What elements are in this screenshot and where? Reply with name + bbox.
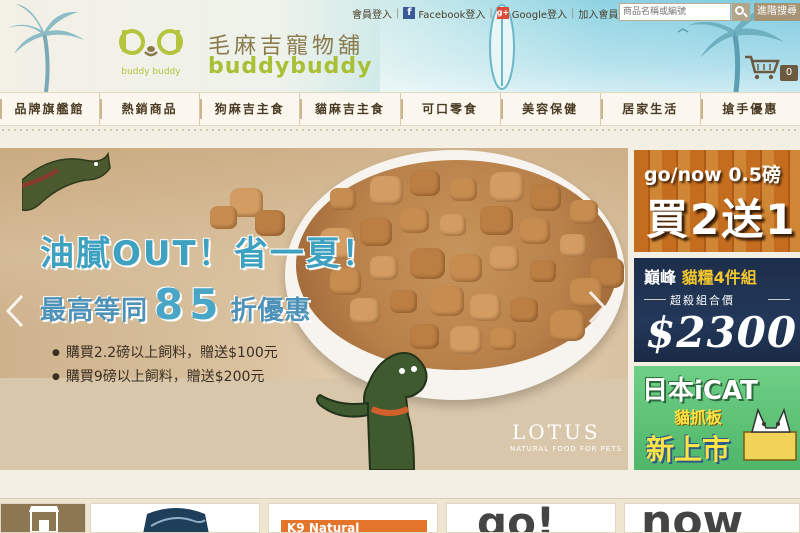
- brand-label: K9 Natural: [281, 520, 427, 532]
- mountain-logo-icon: [143, 508, 209, 532]
- banner-offer-item: 購買2.2磅以上飼料，贈送$100元: [52, 341, 278, 365]
- kibble-piece: [330, 188, 356, 210]
- cat-scratcher-image: [743, 407, 797, 461]
- kibble-piece: [570, 200, 598, 224]
- facebook-login-link[interactable]: Facebook登入: [418, 6, 485, 21]
- ad-subtitle: 貓抓板: [674, 408, 723, 427]
- side-ad-icat[interactable]: 日本iCAT 貓抓板 新上市: [634, 366, 800, 470]
- kibble-piece: [530, 260, 556, 282]
- brand-tile-go[interactable]: go!: [446, 503, 616, 533]
- ad-offer: 新上市: [646, 433, 731, 466]
- brand-store-tile[interactable]: [0, 503, 86, 533]
- ad-title-brand: 巔峰: [644, 268, 677, 287]
- ad-title-product: 貓糧4件組: [681, 268, 757, 287]
- advanced-search-button[interactable]: 進階搜尋: [754, 3, 800, 21]
- kibble-piece: [450, 254, 482, 282]
- logo-english-name[interactable]: buddybuddy: [208, 54, 373, 79]
- lotus-brand-logo: LOTUS: [512, 420, 601, 444]
- site-header: buddy buddy 毛麻吉寵物舖 buddybuddy 會員登入 | f F…: [0, 0, 800, 92]
- kibble-piece: [520, 218, 550, 244]
- cart-count-badge[interactable]: 0: [780, 65, 798, 81]
- ad-title: go/now 0.5磅: [644, 164, 781, 186]
- kibble-piece: [440, 214, 466, 236]
- facebook-icon[interactable]: f: [403, 7, 416, 19]
- banner-discount-number: 85: [154, 280, 225, 329]
- kibble-piece: [550, 310, 585, 341]
- banner-sub-prefix: 最高等同: [40, 296, 149, 326]
- lotus-brand-tagline: NATURAL FOOD FOR PETS: [510, 445, 623, 453]
- google-plus-icon[interactable]: g+: [496, 7, 509, 19]
- nav-item-bestsellers[interactable]: 熱銷商品: [100, 93, 201, 125]
- cartoon-cat-image: [22, 151, 111, 212]
- ad-subtitle: 超殺組合價: [670, 294, 735, 307]
- kibble-piece: [350, 298, 380, 324]
- kibble-piece: [410, 248, 445, 279]
- kibble-piece: [450, 326, 482, 354]
- kibble-piece: [510, 298, 538, 322]
- nav-item-home-living[interactable]: 居家生活: [600, 93, 701, 125]
- nav-divider-dots: [0, 127, 800, 133]
- palm-tree-icon: [8, 4, 84, 92]
- join-member-link[interactable]: 加入會員: [578, 6, 618, 21]
- kibble-piece: [560, 234, 587, 257]
- carousel-prev-arrow-icon[interactable]: [4, 294, 26, 328]
- nav-item-cat-food[interactable]: 貓麻吉主食: [300, 93, 401, 125]
- ad-title: 日本iCAT: [642, 376, 758, 406]
- side-ad-cat-food-set[interactable]: 巔峰 貓糧4件組 超殺組合價 $2300: [634, 258, 800, 362]
- brand-label: go!: [477, 503, 556, 533]
- nav-item-snacks[interactable]: 可口零食: [400, 93, 501, 125]
- side-ad-gonow[interactable]: go/now 0.5磅 買2送1: [634, 150, 800, 252]
- storefront-icon: [29, 506, 59, 532]
- carousel-next-arrow-icon[interactable]: [586, 290, 608, 324]
- brand-tile-now[interactable]: now: [624, 503, 800, 533]
- ad-price: $2300: [646, 308, 798, 357]
- ad-offer: 買2送1: [646, 195, 797, 244]
- main-nav: 品牌旗艦館 熱銷商品 狗麻吉主食 貓麻吉主食 可口零食 美容保健 居家生活 搶手…: [0, 92, 800, 126]
- cartoon-dog-image: [316, 352, 428, 470]
- banner-sub-suffix: 折優惠: [230, 296, 312, 326]
- search-input[interactable]: [619, 3, 731, 21]
- banner-headline: 油膩OUT！省一夏！: [40, 234, 378, 274]
- banner-offer-list: 購買2.2磅以上飼料，贈送$100元 購買9磅以上飼料，贈送$200元: [52, 341, 278, 389]
- google-login-link[interactable]: Google登入: [512, 6, 567, 21]
- divider: |: [571, 7, 575, 19]
- hero-banner[interactable]: 油膩OUT！省一夏！ 最高等同85折優惠 購買2.2磅以上飼料，贈送$100元 …: [0, 148, 628, 470]
- brand-tile-mountain[interactable]: [90, 503, 260, 533]
- shopping-cart-icon[interactable]: [744, 54, 780, 80]
- kibble-piece: [450, 178, 477, 201]
- search-button[interactable]: [732, 3, 750, 21]
- kibble-piece: [470, 294, 501, 321]
- nav-item-grooming-health[interactable]: 美容保健: [500, 93, 601, 125]
- divider: |: [396, 7, 400, 19]
- kibble-piece: [410, 170, 440, 196]
- nav-item-deals[interactable]: 搶手優惠: [700, 93, 800, 125]
- ad-title: 巔峰 貓糧4件組: [644, 264, 757, 288]
- kibble-piece: [490, 328, 516, 350]
- kibble-piece: [490, 246, 519, 271]
- kibble-piece: [530, 184, 561, 211]
- brand-tile-k9[interactable]: K9 Natural: [268, 503, 438, 533]
- account-links: 會員登入 | f Facebook登入 | g+ Google登入 | 加入會員…: [352, 4, 630, 22]
- kibble-piece: [480, 206, 513, 235]
- kibble-piece: [430, 286, 464, 316]
- divider: |: [489, 7, 493, 19]
- kibble-piece: [370, 176, 403, 205]
- nav-item-brands[interactable]: 品牌旗艦館: [0, 93, 101, 125]
- kibble-piece: [490, 172, 524, 202]
- nav-item-dog-food[interactable]: 狗麻吉主食: [200, 93, 301, 125]
- login-link[interactable]: 會員登入: [352, 6, 392, 21]
- brand-label: now: [641, 503, 744, 533]
- kibble-piece: [390, 290, 417, 313]
- banner-subheadline: 最高等同 85 折優惠: [40, 280, 311, 329]
- logo-mark-text: buddy buddy: [121, 67, 181, 77]
- kibble-piece: [400, 208, 429, 233]
- banner-offer-item: 購買9磅以上飼料，贈送$200元: [52, 365, 278, 389]
- logo-mark: buddy buddy: [119, 29, 183, 77]
